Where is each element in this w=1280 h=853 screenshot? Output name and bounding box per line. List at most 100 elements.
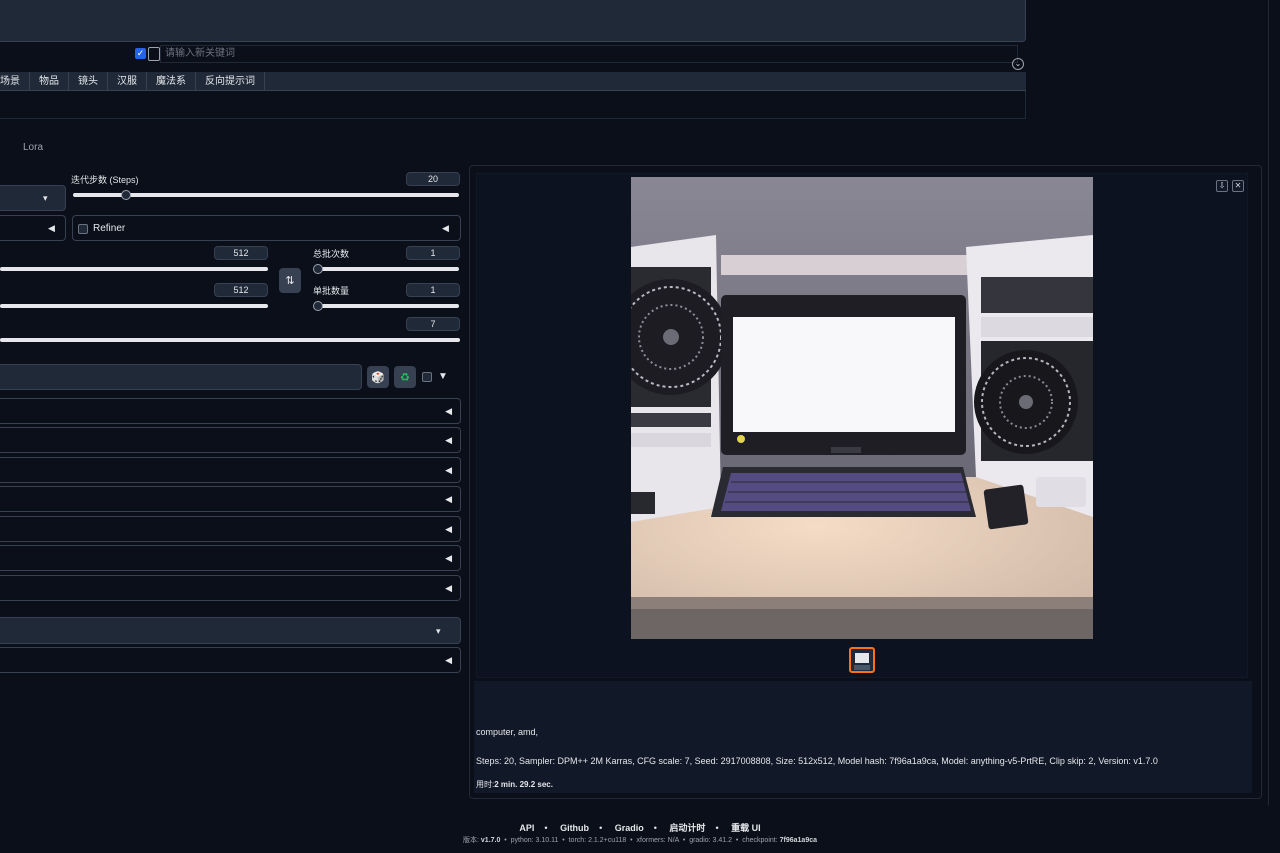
collapse-triangle-icon: ◀ bbox=[445, 406, 452, 416]
footer-versions: 版本: v1.7.0 • python: 3.10.11 • torch: 2.… bbox=[463, 837, 817, 844]
torch-value: 2.1.2+cu118 bbox=[588, 837, 627, 844]
tag-tab-bar: 场景 物品 镜头 汉服 魔法系 反向提示词 bbox=[0, 71, 1026, 91]
collapse-triangle-icon: ◀ bbox=[442, 223, 449, 233]
tag-content-area bbox=[0, 91, 1026, 119]
tag-tab-magic[interactable]: 魔法系 bbox=[147, 71, 196, 91]
tag-tab-scene[interactable]: 场景 bbox=[0, 71, 30, 91]
expand-chevron-icon[interactable]: ⌄ bbox=[1012, 58, 1024, 70]
steps-label: 迭代步数 (Steps) bbox=[71, 175, 139, 185]
footer-separator: • bbox=[544, 823, 548, 833]
checkpoint-value: 7f96a1a9ca bbox=[779, 837, 817, 844]
collapse-triangle-icon: ◀ bbox=[445, 583, 452, 593]
steps-number-input[interactable]: 20 bbox=[406, 172, 460, 186]
output-parameters: Steps: 20, Sampler: DPM++ 2M Karras, CFG… bbox=[476, 756, 1158, 766]
xformers-value: N/A bbox=[667, 837, 679, 844]
batch-size-label: 单批数量 bbox=[313, 286, 350, 296]
gallery-thumbnail[interactable] bbox=[849, 647, 875, 673]
collapse-triangle-icon: ◀ bbox=[445, 553, 452, 563]
version-value: v1.7.0 bbox=[480, 837, 501, 844]
footer-links: API • Github • Gradio • 启动计时 • 重载 UI bbox=[0, 821, 1280, 834]
script-accordion-3[interactable]: ◀ bbox=[0, 457, 461, 483]
xformers-label: xformers: bbox=[636, 837, 666, 844]
script-accordion-6[interactable]: ◀ bbox=[0, 545, 461, 571]
cfg-scale-input[interactable]: 7 bbox=[406, 317, 460, 331]
time-value: 2 min. 29.2 sec. bbox=[494, 780, 553, 789]
script-dropdown[interactable]: ▾ bbox=[0, 617, 461, 644]
collapse-triangle-icon: ◀ bbox=[445, 524, 452, 534]
dice-icon: 🎲 bbox=[371, 371, 385, 384]
collapse-triangle-icon: ◀ bbox=[445, 655, 452, 665]
width-slider-track[interactable] bbox=[0, 267, 268, 271]
download-icon[interactable]: ⇩ bbox=[1216, 180, 1228, 192]
extra-seed-checkbox[interactable] bbox=[422, 372, 432, 382]
checkpoint-label: checkpoint: bbox=[742, 837, 778, 844]
script-accordion-4[interactable]: ◀ bbox=[0, 486, 461, 512]
generated-image[interactable] bbox=[631, 177, 1093, 639]
random-seed-button[interactable]: 🎲 bbox=[367, 366, 389, 388]
page-edge bbox=[1268, 0, 1269, 806]
collapse-triangle-icon: ◀ bbox=[48, 223, 55, 233]
height-slider-track[interactable] bbox=[0, 304, 268, 308]
gradio-value: 3.41.2 bbox=[712, 837, 733, 844]
footer-separator: • bbox=[715, 823, 719, 833]
tag-tab-negative[interactable]: 反向提示词 bbox=[196, 71, 265, 91]
cfg-scale-slider-track[interactable] bbox=[0, 338, 460, 342]
collapse-triangle-icon: ◀ bbox=[445, 465, 452, 475]
script-accordion-5[interactable]: ◀ bbox=[0, 516, 461, 542]
reuse-seed-button[interactable]: ♻ bbox=[394, 366, 416, 388]
width-number-input[interactable]: 512 bbox=[214, 246, 268, 260]
python-label: python: bbox=[510, 837, 534, 844]
batch-size-slider-thumb[interactable] bbox=[313, 301, 323, 311]
batch-size-slider-track[interactable] bbox=[316, 304, 459, 308]
recycle-icon: ♻ bbox=[400, 371, 410, 384]
footer-link-api[interactable]: API bbox=[519, 823, 534, 833]
prompt-textarea[interactable] bbox=[0, 0, 1026, 42]
output-time: 用时:2 min. 29.2 sec. bbox=[476, 779, 553, 790]
footer-link-github[interactable]: Github bbox=[560, 823, 589, 833]
refiner-accordion[interactable]: Refiner ◀ bbox=[72, 215, 461, 241]
footer-separator: • bbox=[599, 823, 603, 833]
tab-lora[interactable]: Lora bbox=[23, 142, 43, 153]
keyword-checkbox[interactable]: ✓ bbox=[135, 48, 146, 59]
generation-info bbox=[474, 681, 1252, 793]
tag-tab-objects[interactable]: 物品 bbox=[30, 71, 69, 91]
close-icon[interactable]: ✕ bbox=[1232, 180, 1244, 192]
time-label: 用时: bbox=[476, 780, 495, 789]
script-accordion-1[interactable]: ◀ bbox=[0, 398, 461, 424]
keyword-input[interactable]: 请输入新关键词 bbox=[160, 45, 1018, 63]
python-value: 3.10.11 bbox=[535, 837, 559, 844]
tag-tab-hanfu[interactable]: 汉服 bbox=[108, 71, 147, 91]
thumbnail-screen bbox=[855, 653, 869, 663]
steps-slider-thumb[interactable] bbox=[121, 190, 131, 200]
thumbnail-keyboard bbox=[854, 665, 870, 670]
script-accordion-7[interactable]: ◀ bbox=[0, 575, 461, 601]
batch-count-label: 总批次数 bbox=[313, 249, 350, 259]
collapse-triangle-icon: ◀ bbox=[445, 435, 452, 445]
version-label: 版本: bbox=[463, 837, 479, 844]
tag-tab-camera[interactable]: 镜头 bbox=[69, 71, 108, 91]
footer-link-startup-profile[interactable]: 启动计时 bbox=[669, 823, 705, 833]
sampler-dropdown[interactable]: ▾ bbox=[0, 185, 66, 211]
refiner-label: Refiner bbox=[93, 223, 126, 234]
chevron-down-icon: ▾ bbox=[43, 193, 48, 203]
keyword-toggle[interactable] bbox=[148, 47, 160, 61]
refiner-checkbox[interactable] bbox=[78, 224, 88, 234]
torch-label: torch: bbox=[568, 837, 587, 844]
expand-triangle-icon[interactable]: ▼ bbox=[438, 371, 448, 382]
footer-separator: • bbox=[653, 823, 657, 833]
batch-count-slider-track[interactable] bbox=[316, 267, 459, 271]
gradio-label: gradio: bbox=[689, 837, 711, 844]
seed-input[interactable] bbox=[0, 364, 362, 390]
batch-size-input[interactable]: 1 bbox=[406, 283, 460, 297]
batch-count-input[interactable]: 1 bbox=[406, 246, 460, 260]
script-accordion-2[interactable]: ◀ bbox=[0, 427, 461, 453]
swap-dimensions-button[interactable]: ⇅ bbox=[279, 268, 301, 293]
hires-fix-accordion[interactable]: ◀ bbox=[0, 215, 66, 241]
batch-count-slider-thumb[interactable] bbox=[313, 264, 323, 274]
footer-link-reload-ui[interactable]: 重载 UI bbox=[731, 823, 761, 833]
script-accordion-8[interactable]: ◀ bbox=[0, 647, 461, 673]
height-number-input[interactable]: 512 bbox=[214, 283, 268, 297]
collapse-triangle-icon: ◀ bbox=[445, 494, 452, 504]
footer-link-gradio[interactable]: Gradio bbox=[615, 823, 644, 833]
output-prompt: computer, amd, bbox=[476, 727, 539, 737]
